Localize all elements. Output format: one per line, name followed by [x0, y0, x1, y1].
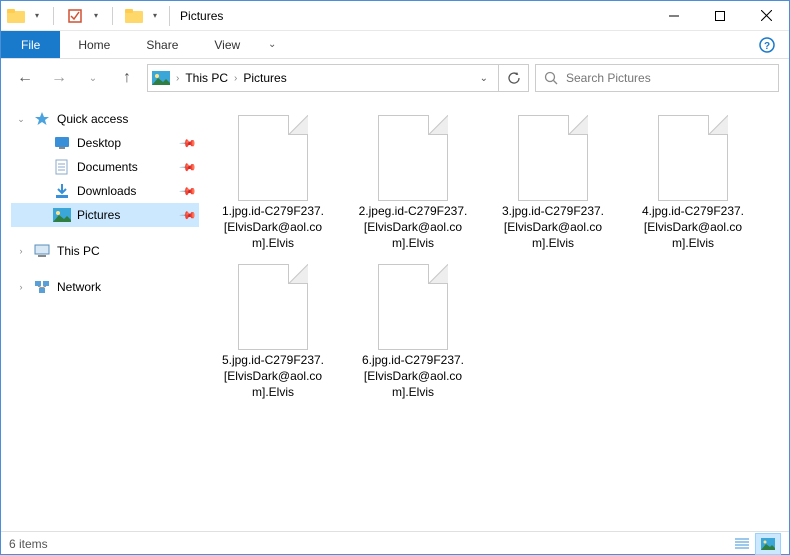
pin-icon: 📌: [179, 206, 198, 225]
file-name: 6.jpg.id-C279F237.[ElvisDark@aol.com].El…: [357, 352, 469, 401]
sidebar-label: Network: [57, 280, 101, 294]
tab-view[interactable]: View: [196, 31, 258, 58]
file-name: 1.jpg.id-C279F237.[ElvisDark@aol.com].El…: [217, 203, 329, 252]
documents-icon: [53, 159, 71, 175]
titlebar: ▾ ▾ ▾ Pictures: [1, 1, 789, 31]
ribbon: File Home Share View ⌄ ?: [1, 31, 789, 59]
qat-customize-caret[interactable]: ▾: [151, 11, 159, 20]
search-box[interactable]: [535, 64, 779, 92]
expand-caret-icon[interactable]: ⌄: [15, 114, 27, 125]
sidebar-item-downloads[interactable]: Downloads 📌: [11, 179, 199, 203]
file-item[interactable]: 3.jpg.id-C279F237.[ElvisDark@aol.com].El…: [493, 111, 613, 256]
search-icon: [544, 71, 558, 85]
sidebar-item-desktop[interactable]: Desktop 📌: [11, 131, 199, 155]
expand-caret-icon[interactable]: ›: [15, 246, 27, 256]
sidebar-label: Quick access: [57, 112, 128, 126]
blank-file-icon: [658, 115, 728, 201]
sidebar-quick-access[interactable]: ⌄ Quick access: [11, 107, 199, 131]
pictures-location-icon: [152, 71, 170, 85]
file-list[interactable]: 1.jpg.id-C279F237.[ElvisDark@aol.com].El…: [203, 97, 789, 531]
navigation-bar: ← → ⌄ ↑ › This PC › Pictures ⌄: [1, 59, 789, 97]
desktop-icon: [53, 135, 71, 151]
expand-caret-icon[interactable]: ›: [15, 282, 27, 292]
large-icons-view-button[interactable]: [755, 533, 781, 555]
sidebar-item-label: Pictures: [77, 208, 120, 222]
pin-icon: 📌: [179, 134, 198, 153]
status-bar: 6 items: [1, 531, 789, 555]
folder-icon[interactable]: [125, 7, 143, 25]
chevron-right-icon[interactable]: ›: [234, 73, 237, 84]
ribbon-expand-button[interactable]: ⌄: [258, 31, 286, 58]
system-menu-caret[interactable]: ▾: [33, 11, 41, 20]
blank-file-icon: [378, 264, 448, 350]
up-button[interactable]: ↑: [113, 64, 141, 92]
file-item[interactable]: 2.jpeg.id-C279F237.[ElvisDark@aol.com].E…: [353, 111, 473, 256]
sidebar-this-pc[interactable]: › This PC: [11, 239, 199, 263]
svg-text:?: ?: [764, 41, 770, 52]
qat-caret[interactable]: ▾: [92, 11, 100, 20]
quick-access-toolbar: ▾ ▾ ▾: [7, 7, 159, 25]
minimize-button[interactable]: [651, 1, 697, 31]
file-item[interactable]: 1.jpg.id-C279F237.[ElvisDark@aol.com].El…: [213, 111, 333, 256]
blank-file-icon: [238, 115, 308, 201]
back-button[interactable]: ←: [11, 64, 39, 92]
explorer-icon: [7, 7, 25, 25]
this-pc-icon: [33, 243, 51, 259]
file-item[interactable]: 5.jpg.id-C279F237.[ElvisDark@aol.com].El…: [213, 260, 333, 405]
file-name: 4.jpg.id-C279F237.[ElvisDark@aol.com].El…: [637, 203, 749, 252]
chevron-right-icon[interactable]: ›: [176, 73, 179, 84]
breadcrumb[interactable]: › This PC › Pictures ⌄: [147, 64, 499, 92]
blank-file-icon: [518, 115, 588, 201]
file-name: 5.jpg.id-C279F237.[ElvisDark@aol.com].El…: [217, 352, 329, 401]
file-item[interactable]: 6.jpg.id-C279F237.[ElvisDark@aol.com].El…: [353, 260, 473, 405]
breadcrumb-segment-pictures[interactable]: Pictures: [243, 71, 286, 85]
pin-icon: 📌: [179, 158, 198, 177]
forward-button[interactable]: →: [45, 64, 73, 92]
file-name: 3.jpg.id-C279F237.[ElvisDark@aol.com].El…: [497, 203, 609, 252]
maximize-button[interactable]: [697, 1, 743, 31]
sidebar-item-label: Downloads: [77, 184, 136, 198]
navigation-pane: ⌄ Quick access Desktop 📌 Documents 📌: [1, 97, 203, 531]
main-area: ⌄ Quick access Desktop 📌 Documents 📌: [1, 97, 789, 531]
file-name: 2.jpeg.id-C279F237.[ElvisDark@aol.com].E…: [357, 203, 469, 252]
sidebar-item-pictures[interactable]: Pictures 📌: [11, 203, 199, 227]
network-icon: [33, 279, 51, 295]
tab-share[interactable]: Share: [128, 31, 196, 58]
properties-icon[interactable]: [66, 7, 84, 25]
close-button[interactable]: [743, 1, 789, 31]
search-input[interactable]: [566, 71, 770, 85]
blank-file-icon: [238, 264, 308, 350]
details-view-button[interactable]: [729, 533, 755, 555]
help-button[interactable]: ?: [745, 31, 789, 58]
refresh-button[interactable]: [499, 64, 529, 92]
pictures-icon: [53, 207, 71, 223]
file-tab[interactable]: File: [1, 31, 60, 58]
sidebar-label: This PC: [57, 244, 100, 258]
window-title: Pictures: [180, 9, 223, 23]
quick-access-icon: [33, 111, 51, 127]
recent-locations-caret[interactable]: ⌄: [79, 64, 107, 92]
tab-home[interactable]: Home: [60, 31, 128, 58]
breadcrumb-segment-this-pc[interactable]: This PC: [185, 71, 228, 85]
pin-icon: 📌: [179, 182, 198, 201]
sidebar-item-label: Documents: [77, 160, 138, 174]
file-item[interactable]: 4.jpg.id-C279F237.[ElvisDark@aol.com].El…: [633, 111, 753, 256]
breadcrumb-history-caret[interactable]: ⌄: [474, 73, 494, 84]
item-count: 6 items: [9, 537, 48, 551]
blank-file-icon: [378, 115, 448, 201]
sidebar-network[interactable]: › Network: [11, 275, 199, 299]
downloads-icon: [53, 183, 71, 199]
sidebar-item-label: Desktop: [77, 136, 121, 150]
sidebar-item-documents[interactable]: Documents 📌: [11, 155, 199, 179]
